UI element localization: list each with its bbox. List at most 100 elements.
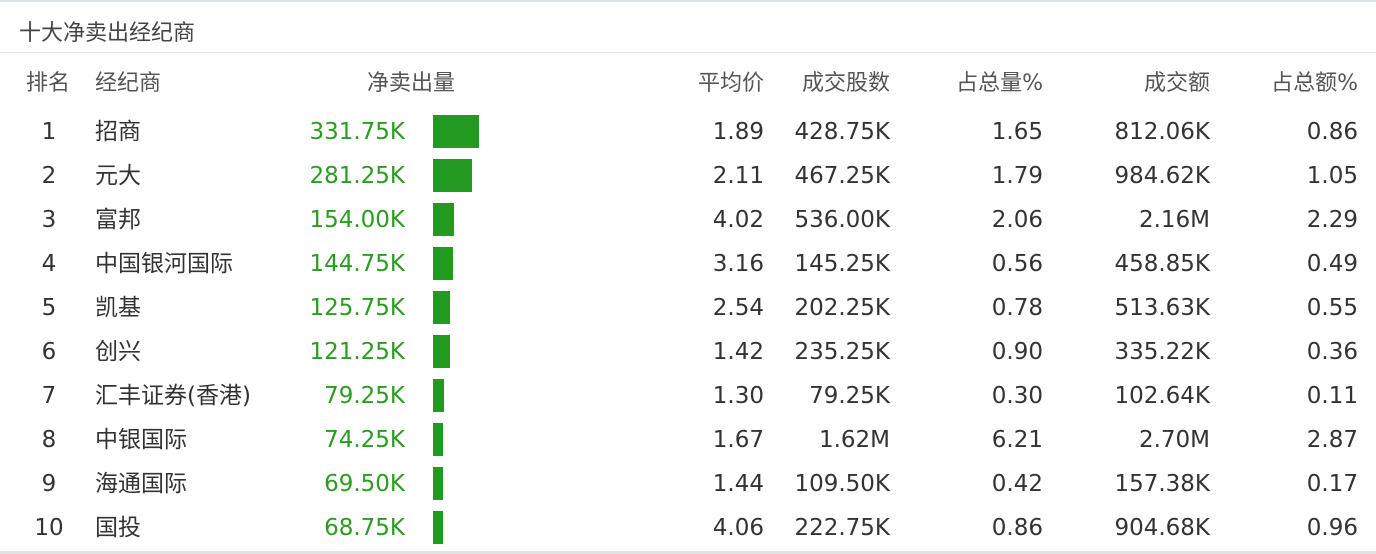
amount-value: 513.63K	[1114, 295, 1210, 321]
amount-value: 2.16M	[1138, 207, 1210, 233]
volume-pct-value: 0.78	[991, 295, 1043, 321]
broker-name: 凯基	[95, 295, 141, 321]
broker-name: 国投	[95, 515, 141, 541]
amount-value: 102.64K	[1114, 383, 1210, 409]
volume-pct-value: 1.65	[991, 119, 1043, 145]
volume-value: 467.25K	[794, 163, 890, 189]
volume-value: 222.75K	[794, 515, 890, 541]
rank-cell: 8	[41, 427, 57, 453]
amount-pct-value: 2.29	[1306, 207, 1358, 233]
volume-value: 536.00K	[794, 207, 890, 233]
header-broker[interactable]: 经纪商	[95, 63, 295, 105]
amount-pct-value: 0.11	[1306, 383, 1358, 409]
net-sell-value: 144.75K	[309, 251, 405, 277]
net-sell-bar	[433, 467, 443, 500]
net-sell-bar	[433, 203, 454, 236]
net-sell-value: 74.25K	[324, 427, 405, 453]
volume-pct-value: 0.56	[991, 251, 1043, 277]
avg-price-value: 4.02	[712, 207, 764, 233]
rank-cell: 7	[41, 383, 57, 409]
volume-value: 202.25K	[794, 295, 890, 321]
broker-name: 富邦	[95, 207, 141, 233]
amount-value: 458.85K	[1114, 251, 1210, 277]
broker-name: 中银国际	[95, 427, 187, 453]
header-avg-price[interactable]: 平均价	[640, 63, 764, 105]
volume-value: 1.62M	[818, 427, 890, 453]
net-sell-value: 331.75K	[309, 119, 405, 145]
panel-title: 十大净卖出经纪商	[19, 21, 196, 46]
volume-value: 428.75K	[794, 119, 890, 145]
title-divider	[0, 52, 1376, 53]
amount-value: 984.62K	[1114, 163, 1210, 189]
table-row[interactable]: 3 富邦 154.00K 4.02 536.00K 2.06 2.16M 2.29	[0, 198, 1376, 242]
amount-value: 157.38K	[1114, 471, 1210, 497]
table-body: 1 招商 331.75K 1.89 428.75K 1.65 812.06K 0.86 2 元大 2…	[0, 110, 1376, 550]
net-sell-value: 281.25K	[309, 163, 405, 189]
rank-cell: 6	[41, 339, 57, 365]
header-net-sell[interactable]: 净卖出量	[367, 63, 507, 105]
avg-price-value: 1.89	[712, 119, 764, 145]
volume-pct-value: 1.79	[991, 163, 1043, 189]
table-row[interactable]: 2 元大 281.25K 2.11 467.25K 1.79 984.62K 1.05	[0, 154, 1376, 198]
rank-cell: 1	[41, 119, 57, 145]
amount-value: 812.06K	[1114, 119, 1210, 145]
net-sell-bar	[433, 379, 444, 412]
avg-price-value: 2.11	[712, 163, 764, 189]
volume-value: 235.25K	[794, 339, 890, 365]
amount-pct-value: 2.87	[1306, 427, 1358, 453]
avg-price-value: 3.16	[712, 251, 764, 277]
broker-name: 海通国际	[95, 471, 187, 497]
header-rank[interactable]: 排名	[26, 63, 76, 105]
broker-name: 创兴	[95, 339, 141, 365]
net-sell-value: 69.50K	[324, 471, 405, 497]
volume-value: 79.25K	[809, 383, 890, 409]
volume-value: 145.25K	[794, 251, 890, 277]
net-sell-bar	[433, 335, 450, 368]
header-volume[interactable]: 成交股数	[760, 63, 890, 105]
table-row[interactable]: 7 汇丰证券(香港) 79.25K 1.30 79.25K 0.30 102.64K 0.11	[0, 374, 1376, 418]
amount-pct-value: 0.36	[1306, 339, 1358, 365]
table-row[interactable]: 6 创兴 121.25K 1.42 235.25K 0.90 335.22K 0.36	[0, 330, 1376, 374]
header-amount-pct[interactable]: 占总额%	[1210, 63, 1358, 105]
amount-pct-value: 0.96	[1306, 515, 1358, 541]
rank-cell: 9	[41, 471, 57, 497]
table-row[interactable]: 9 海通国际 69.50K 1.44 109.50K 0.42 157.38K 0.17	[0, 462, 1376, 506]
net-sell-value: 154.00K	[309, 207, 405, 233]
volume-pct-value: 0.90	[991, 339, 1043, 365]
rank-cell: 2	[41, 163, 57, 189]
net-sell-bar	[433, 159, 472, 192]
avg-price-value: 1.67	[712, 427, 764, 453]
amount-value: 2.70M	[1138, 427, 1210, 453]
amount-pct-value: 1.05	[1306, 163, 1358, 189]
header-volume-pct[interactable]: 占总量%	[900, 63, 1043, 105]
amount-pct-value: 0.17	[1306, 471, 1358, 497]
volume-pct-value: 0.30	[991, 383, 1043, 409]
broker-name: 汇丰证券(香港)	[95, 383, 251, 409]
broker-name: 元大	[95, 163, 141, 189]
net-sell-bar	[433, 423, 443, 456]
volume-value: 109.50K	[794, 471, 890, 497]
amount-value: 335.22K	[1114, 339, 1210, 365]
net-sell-bar	[433, 291, 450, 324]
avg-price-value: 1.42	[712, 339, 764, 365]
table-row[interactable]: 4 中国银河国际 144.75K 3.16 145.25K 0.56 458.85K 0.49	[0, 242, 1376, 286]
net-sell-value: 68.75K	[324, 515, 405, 541]
avg-price-value: 2.54	[712, 295, 764, 321]
header-amount[interactable]: 成交额	[1040, 63, 1210, 105]
net-sell-bar	[433, 247, 453, 280]
net-sell-value: 121.25K	[309, 339, 405, 365]
rank-cell: 4	[41, 251, 57, 277]
table-header: 排名 经纪商 净卖出量 平均价 成交股数 占总量% 成交额 占总额%	[0, 63, 1376, 105]
rank-cell: 5	[41, 295, 57, 321]
rank-cell: 3	[41, 207, 57, 233]
volume-pct-value: 2.06	[991, 207, 1043, 233]
volume-pct-value: 0.86	[991, 515, 1043, 541]
net-sell-brokers-panel: 十大净卖出经纪商 排名 经纪商 净卖出量 平均价 成交股数 占总量% 成交额 占…	[0, 0, 1376, 554]
table-row[interactable]: 8 中银国际 74.25K 1.67 1.62M 6.21 2.70M 2.87	[0, 418, 1376, 462]
table-row[interactable]: 10 国投 68.75K 4.06 222.75K 0.86 904.68K 0.96	[0, 506, 1376, 550]
amount-pct-value: 0.55	[1306, 295, 1358, 321]
table-row[interactable]: 5 凯基 125.75K 2.54 202.25K 0.78 513.63K 0.55	[0, 286, 1376, 330]
table-row[interactable]: 1 招商 331.75K 1.89 428.75K 1.65 812.06K 0.86	[0, 110, 1376, 154]
rank-cell: 10	[34, 515, 64, 541]
net-sell-bar	[433, 115, 479, 148]
